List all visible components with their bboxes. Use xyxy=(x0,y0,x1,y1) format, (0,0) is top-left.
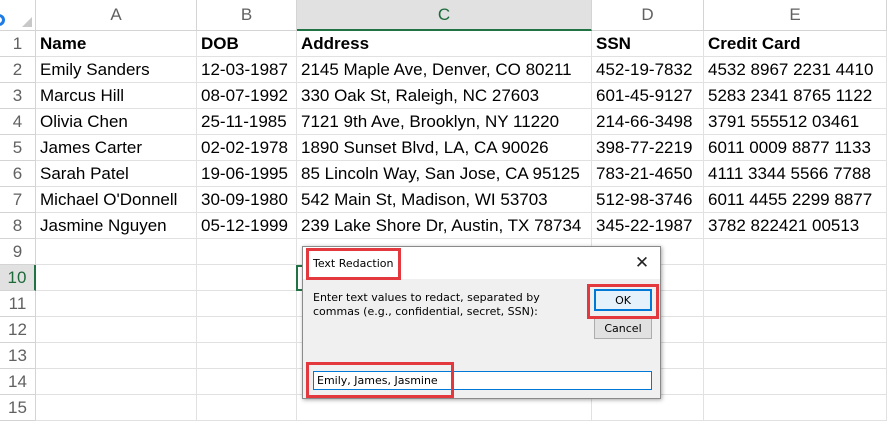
cell-d7[interactable]: 512-98-3746 xyxy=(592,187,704,213)
cell-e2[interactable]: 4532 8967 2231 4410 xyxy=(704,57,887,83)
dialog-prompt: Enter text values to redact, separated b… xyxy=(313,291,540,318)
cell-a8[interactable]: Jasmine Nguyen xyxy=(36,213,197,239)
row-header-8[interactable]: 8 xyxy=(0,213,36,239)
row-header-10[interactable]: 10 xyxy=(0,265,36,291)
row-header-3[interactable]: 3 xyxy=(0,83,36,109)
cell-b8[interactable]: 05-12-1999 xyxy=(197,213,297,239)
cell-e1[interactable]: Credit Card xyxy=(704,31,887,57)
cell-b6[interactable]: 19-06-1995 xyxy=(197,161,297,187)
cell-c2[interactable]: 2145 Maple Ave, Denver, CO 80211 xyxy=(297,57,592,83)
cell-e4[interactable]: 3791 555512 03461 xyxy=(704,109,887,135)
title-highlight-box xyxy=(306,248,401,280)
cell-c6[interactable]: 85 Lincoln Way, San Jose, CA 95125 xyxy=(297,161,592,187)
cell-a10[interactable] xyxy=(36,265,197,291)
cell-a6[interactable]: Sarah Patel xyxy=(36,161,197,187)
row-header-7[interactable]: 7 xyxy=(0,187,36,213)
row-header-2[interactable]: 2 xyxy=(0,57,36,83)
row-header-4[interactable]: 4 xyxy=(0,109,36,135)
cell-c1[interactable]: Address xyxy=(297,31,592,57)
cell-a13[interactable] xyxy=(36,343,197,369)
cell-a14[interactable] xyxy=(36,369,197,395)
row-header-13[interactable]: 13 xyxy=(0,343,36,369)
cell-b9[interactable] xyxy=(197,239,297,265)
cell-b10[interactable] xyxy=(197,265,297,291)
input-highlight-box xyxy=(306,362,454,398)
column-header-d[interactable]: D xyxy=(592,0,704,31)
cell-d1[interactable]: SSN xyxy=(592,31,704,57)
cell-b11[interactable] xyxy=(197,291,297,317)
row-header-15[interactable]: 15 xyxy=(0,395,36,421)
cell-a11[interactable] xyxy=(36,291,197,317)
cell-a15[interactable] xyxy=(36,395,197,421)
cell-e9[interactable] xyxy=(704,239,887,265)
cell-a2[interactable]: Emily Sanders xyxy=(36,57,197,83)
cell-b5[interactable]: 02-02-1978 xyxy=(197,135,297,161)
row-header-14[interactable]: 14 xyxy=(0,369,36,395)
cell-d4[interactable]: 214-66-3498 xyxy=(592,109,704,135)
cell-e5[interactable]: 6011 0009 8877 1133 xyxy=(704,135,887,161)
cell-e13[interactable] xyxy=(704,343,887,369)
column-header-a[interactable]: A xyxy=(36,0,197,31)
cell-c4[interactable]: 7121 9th Ave, Brooklyn, NY 11220 xyxy=(297,109,592,135)
cell-e11[interactable] xyxy=(704,291,887,317)
select-all-corner[interactable] xyxy=(0,0,36,31)
cell-b12[interactable] xyxy=(197,317,297,343)
column-header-c[interactable]: C xyxy=(297,0,592,31)
cell-d8[interactable]: 345-22-1987 xyxy=(592,213,704,239)
cell-c8[interactable]: 239 Lake Shore Dr, Austin, TX 78734 xyxy=(297,213,592,239)
column-header-b[interactable]: B xyxy=(197,0,297,31)
cell-d2[interactable]: 452-19-7832 xyxy=(592,57,704,83)
cell-e3[interactable]: 5283 2341 8765 1122 xyxy=(704,83,887,109)
row-header-11[interactable]: 11 xyxy=(0,291,36,317)
cell-e7[interactable]: 6011 4455 2299 8877 xyxy=(704,187,887,213)
cell-d6[interactable]: 783-21-4650 xyxy=(592,161,704,187)
cell-e10[interactable] xyxy=(704,265,887,291)
row-header-12[interactable]: 12 xyxy=(0,317,36,343)
cell-c7[interactable]: 542 Main St, Madison, WI 53703 xyxy=(297,187,592,213)
row-header-1[interactable]: 1 xyxy=(0,31,36,57)
cell-b3[interactable]: 08-07-1992 xyxy=(197,83,297,109)
cell-b13[interactable] xyxy=(197,343,297,369)
select-all-triangle-icon xyxy=(22,17,32,27)
cell-a12[interactable] xyxy=(36,317,197,343)
cancel-button[interactable]: Cancel xyxy=(594,318,652,339)
row-header-9[interactable]: 9 xyxy=(0,239,36,265)
row-header-5[interactable]: 5 xyxy=(0,135,36,161)
ok-highlight-box xyxy=(587,284,659,319)
cell-b7[interactable]: 30-09-1980 xyxy=(197,187,297,213)
cell-a5[interactable]: James Carter xyxy=(36,135,197,161)
cell-a1[interactable]: Name xyxy=(36,31,197,57)
cell-b15[interactable] xyxy=(197,395,297,421)
cell-b4[interactable]: 25-11-1985 xyxy=(197,109,297,135)
cell-a4[interactable]: Olivia Chen xyxy=(36,109,197,135)
cell-d5[interactable]: 398-77-2219 xyxy=(592,135,704,161)
cell-e15[interactable] xyxy=(704,395,887,421)
cell-b1[interactable]: DOB xyxy=(197,31,297,57)
cell-e14[interactable] xyxy=(704,369,887,395)
cell-a9[interactable] xyxy=(36,239,197,265)
cell-d3[interactable]: 601-45-9127 xyxy=(592,83,704,109)
cell-c3[interactable]: 330 Oak St, Raleigh, NC 27603 xyxy=(297,83,592,109)
cell-c5[interactable]: 1890 Sunset Blvd, LA, CA 90026 xyxy=(297,135,592,161)
cell-a3[interactable]: Marcus Hill xyxy=(36,83,197,109)
cell-e12[interactable] xyxy=(704,317,887,343)
cell-e6[interactable]: 4111 3344 5566 7788 xyxy=(704,161,887,187)
close-icon[interactable]: ✕ xyxy=(632,253,652,273)
cell-e8[interactable]: 3782 822421 00513 xyxy=(704,213,887,239)
row-header-6[interactable]: 6 xyxy=(0,161,36,187)
column-header-e[interactable]: E xyxy=(704,0,887,31)
cell-b14[interactable] xyxy=(197,369,297,395)
cell-a7[interactable]: Michael O'Donnell xyxy=(36,187,197,213)
cell-b2[interactable]: 12-03-1987 xyxy=(197,57,297,83)
